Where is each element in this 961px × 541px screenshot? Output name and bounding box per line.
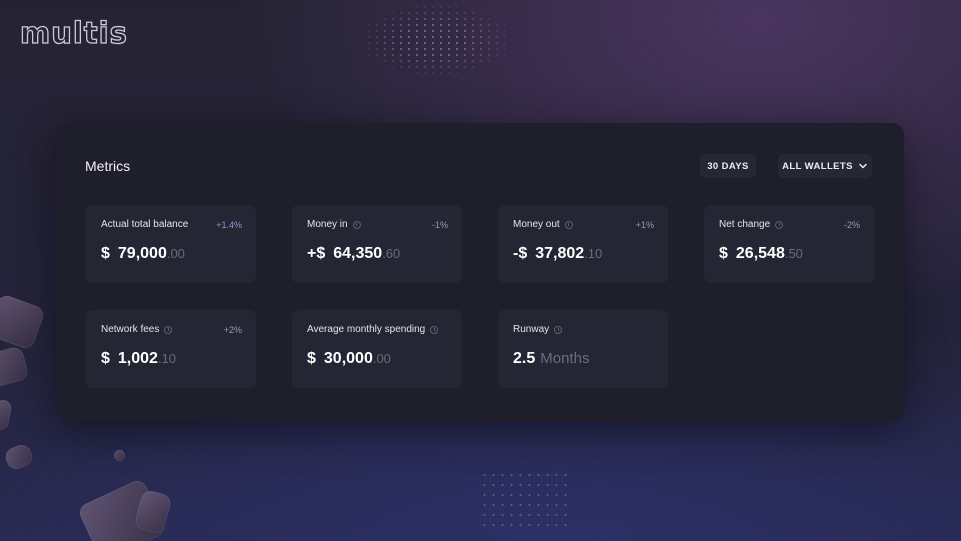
metric-label: Network fees (101, 324, 160, 335)
metric-prefix: $ (101, 350, 110, 367)
metric-decimal: .50 (784, 246, 803, 261)
wallets-filter-label: ALL WALLETS (782, 160, 853, 172)
metric-card-network-fees: Network fees +2% $1,002.10 (86, 310, 256, 388)
multis-logo: multis (19, 15, 128, 50)
metric-card-avg-monthly-spending: Average monthly spending $30,000.00 (292, 310, 462, 388)
metric-label: Actual total balance (101, 219, 189, 230)
metric-decimal: .00 (166, 246, 185, 261)
metric-amount: 30,000 (323, 350, 373, 367)
chevron-down-icon (859, 163, 867, 169)
decorative-shape (0, 345, 30, 389)
metric-value: $1,002.10 (101, 350, 176, 368)
metric-amount: 64,350 (333, 245, 383, 262)
metric-delta: +1% (635, 220, 654, 230)
decorative-shape (3, 442, 35, 472)
metric-label: Money out (513, 219, 560, 230)
metric-decimal: .10 (584, 246, 603, 261)
metric-delta: -2% (843, 220, 860, 230)
metric-amount: 37,802 (535, 245, 585, 262)
metric-delta: -1% (431, 220, 448, 230)
decorative-shape (0, 293, 47, 351)
metric-label: Money in (307, 219, 348, 230)
info-icon[interactable] (352, 220, 361, 229)
decorative-dots (480, 470, 570, 530)
metric-label: Net change (719, 219, 771, 230)
period-filter-label: 30 DAYS (707, 160, 749, 172)
decorative-shape (0, 398, 13, 432)
metric-delta: +2% (223, 325, 242, 335)
metric-label: Runway (513, 324, 550, 335)
metric-unit: Months (540, 350, 590, 367)
metric-card-runway: Runway 2.5 Months (498, 310, 668, 388)
panel-title: Metrics (85, 158, 131, 174)
metric-label: Average monthly spending (307, 324, 426, 335)
info-icon[interactable] (430, 325, 439, 334)
metric-card-actual-balance: Actual total balance +1.4% $79,000.00 (86, 205, 256, 283)
metric-decimal: .00 (372, 351, 391, 366)
metric-value: -$ 37,802.10 (513, 245, 602, 263)
metric-decimal: .60 (382, 246, 401, 261)
metric-amount: 26,548 (735, 245, 785, 262)
metric-value: $30,000.00 (307, 350, 391, 368)
metric-amount: 2.5 (513, 350, 536, 367)
metric-prefix: +$ (307, 245, 326, 262)
info-icon[interactable] (775, 220, 784, 229)
metric-amount: 1,002 (117, 350, 158, 367)
metric-value: $79,000.00 (101, 245, 185, 263)
metric-prefix: $ (719, 245, 728, 262)
metric-value: $26,548.50 (719, 245, 803, 263)
metric-card-net-change: Net change -2% $26,548.50 (704, 205, 874, 283)
metric-prefix: -$ (513, 245, 528, 262)
decorative-shape (112, 448, 127, 463)
metric-card-money-in: Money in -1% +$ 64,350.60 (292, 205, 462, 283)
decorative-dots (365, 4, 535, 82)
metric-delta: +1.4% (216, 220, 242, 230)
period-filter-button[interactable]: 30 DAYS (700, 154, 756, 178)
info-icon[interactable] (564, 220, 573, 229)
metric-card-money-out: Money out +1% -$ 37,802.10 (498, 205, 668, 283)
info-icon[interactable] (164, 325, 173, 334)
metric-prefix: $ (101, 245, 110, 262)
metrics-panel: Metrics 30 DAYS ALL WALLETS Actual total… (57, 123, 904, 421)
info-icon[interactable] (554, 325, 563, 334)
metric-amount: 79,000 (117, 245, 167, 262)
wallets-filter-dropdown[interactable]: ALL WALLETS (778, 154, 872, 178)
metric-value: +$ 64,350.60 (307, 245, 400, 263)
metric-decimal: .10 (157, 351, 177, 366)
metric-value: 2.5 Months (513, 350, 589, 368)
metric-prefix: $ (307, 350, 316, 367)
